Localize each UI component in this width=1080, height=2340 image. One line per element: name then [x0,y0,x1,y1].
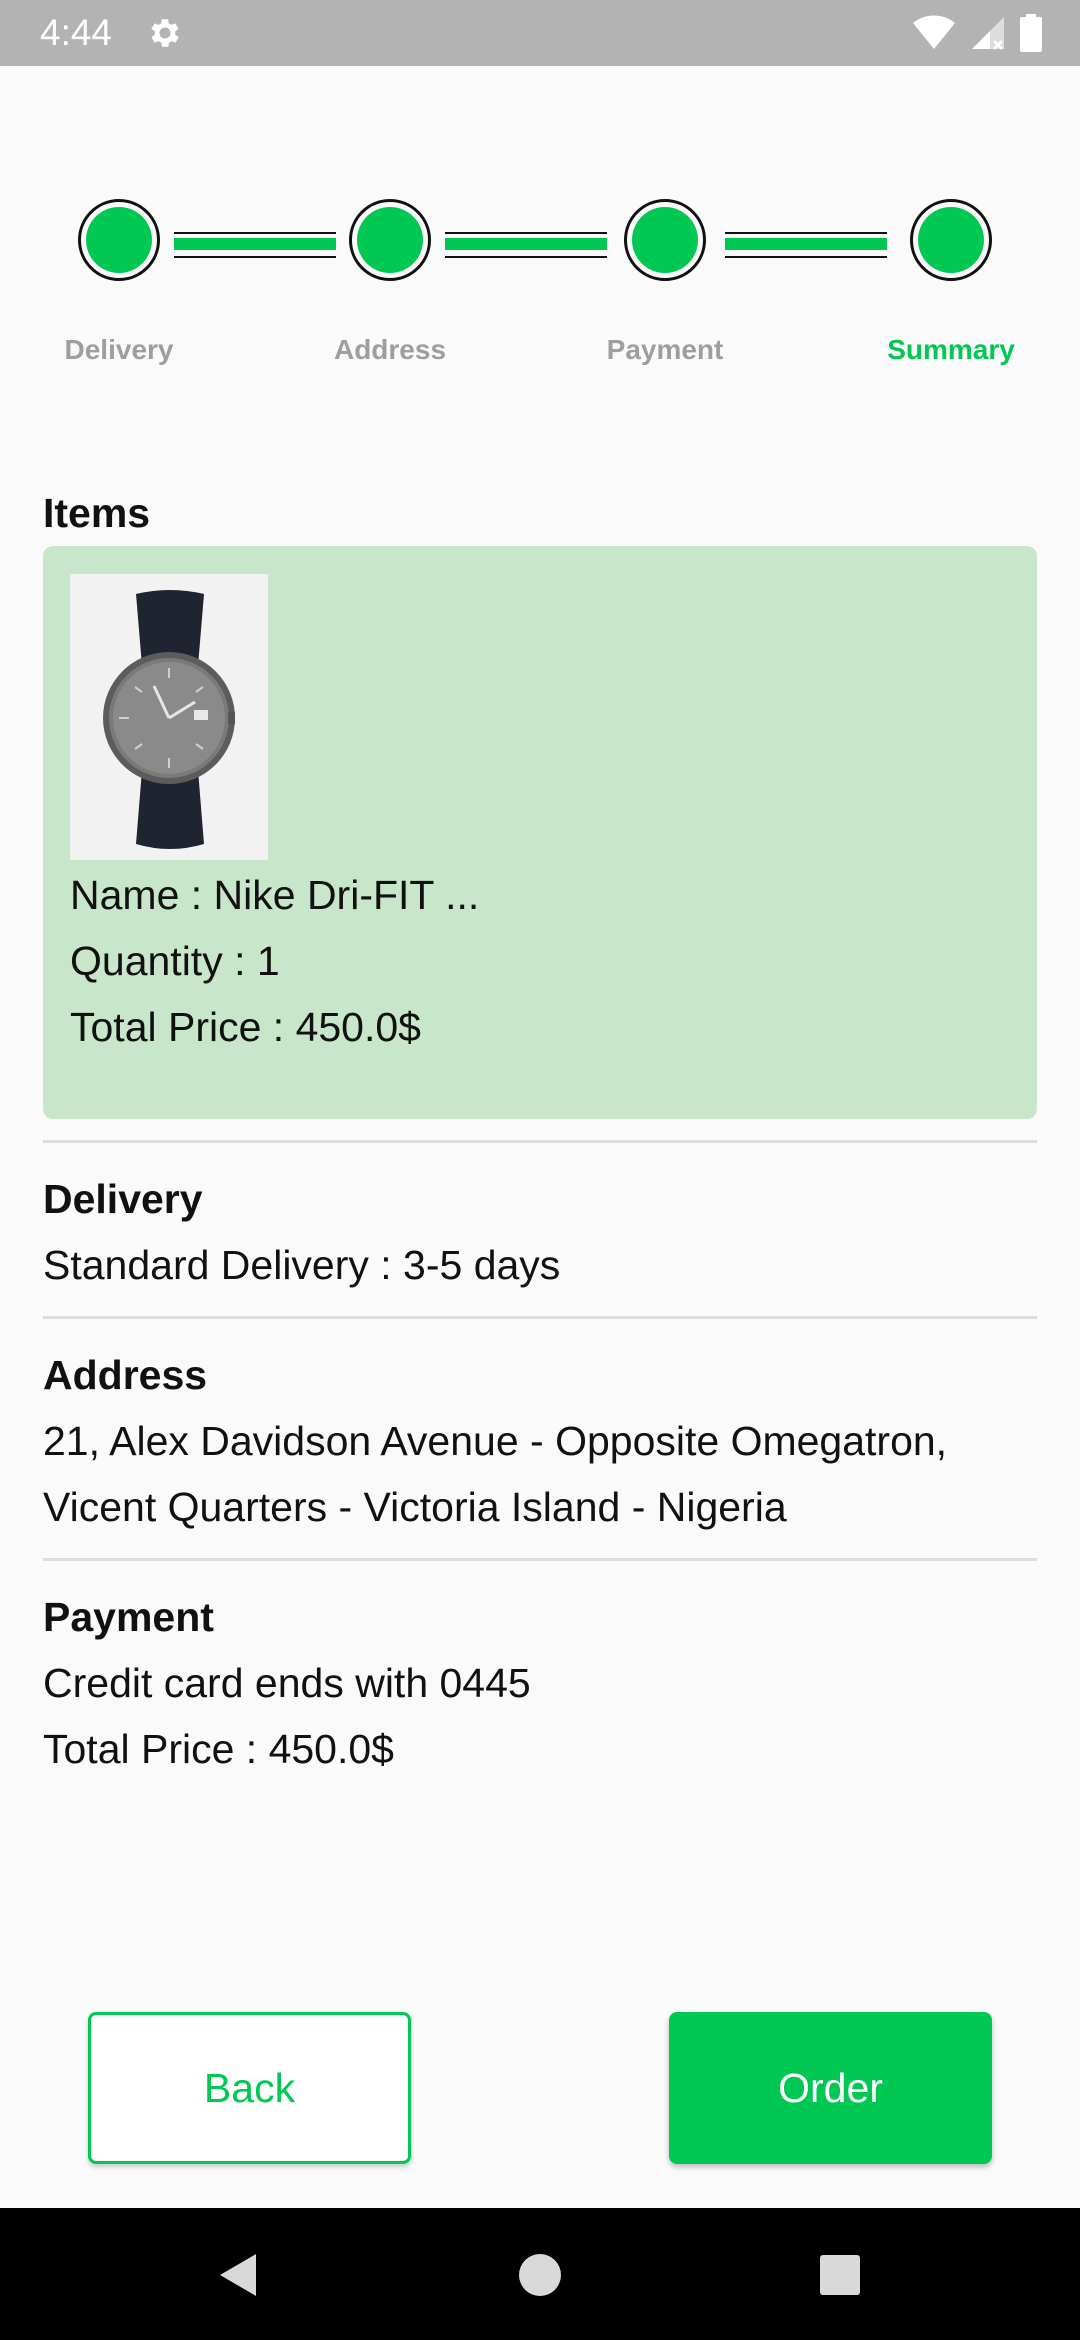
divider [43,1316,1037,1319]
wristwatch-product-image [70,574,268,860]
step-connector [725,232,887,258]
item-quantity: Quantity : 1 [70,938,280,984]
address-line-2: Vicent Quarters - Victoria Island - Nige… [43,1484,787,1530]
step-indicator-payment [624,199,706,281]
back-triangle-icon[interactable] [214,2250,264,2300]
back-button[interactable]: Back [88,2012,411,2164]
step-connector [174,232,336,258]
step-indicator-address [349,199,431,281]
payment-total-price: Total Price : 450.0$ [43,1726,394,1772]
home-circle-icon[interactable] [515,2250,565,2300]
item-total-price: Total Price : 450.0$ [70,1004,421,1050]
item-name: Name : Nike Dri-FIT ... [70,872,480,918]
step-label-summary: Summary [887,334,1015,365]
delivery-heading: Delivery [43,1176,203,1222]
step-connector [445,232,607,258]
checkout-stepper: Delivery Address Payment Summary [0,0,1080,400]
items-heading: Items [43,490,151,536]
step-label-delivery: Delivery [64,334,174,365]
order-button[interactable]: Order [669,2012,992,2164]
address-line-1: 21, Alex Davidson Avenue - Opposite Omeg… [43,1418,948,1464]
payment-heading: Payment [43,1594,214,1640]
step-label-payment: Payment [606,334,724,365]
address-heading: Address [43,1352,208,1398]
step-indicator-summary [910,199,992,281]
system-nav-bar [0,2208,1080,2340]
divider [43,1558,1037,1561]
delivery-method: Standard Delivery : 3-5 days [43,1242,561,1288]
step-indicator-delivery [78,199,160,281]
item-card: Name : Nike Dri-FIT ... Quantity : 1 Tot… [43,546,1037,1119]
payment-card: Credit card ends with 0445 [43,1660,531,1706]
step-label-address: Address [333,334,447,365]
recents-square-icon[interactable] [815,2250,865,2300]
divider [43,1140,1037,1143]
